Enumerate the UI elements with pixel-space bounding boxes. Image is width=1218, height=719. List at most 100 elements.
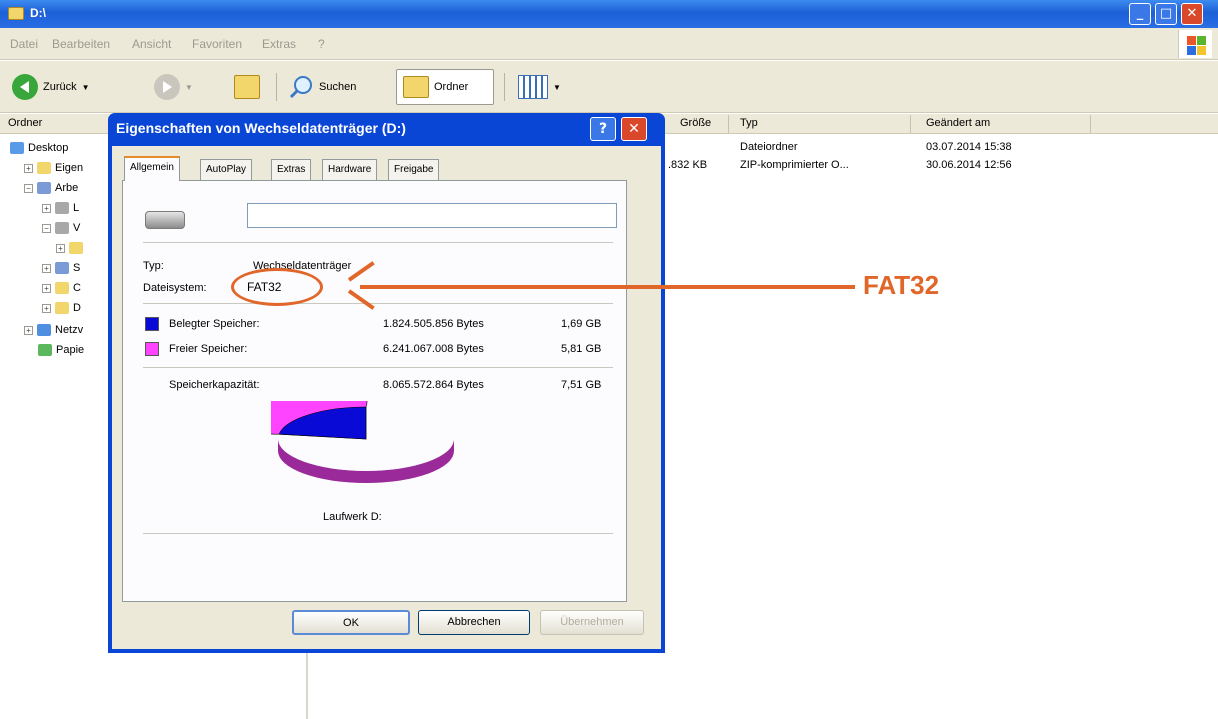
tab-freigabe[interactable]: Freigabe (388, 159, 440, 180)
space-pie-chart (271, 401, 454, 483)
free-space-bytes: 6.241.067.008 Bytes (383, 343, 484, 355)
annotation-label: FAT32 (863, 270, 940, 300)
divider (143, 303, 613, 304)
volume-name-input[interactable] (247, 203, 617, 228)
recycle-bin-icon (38, 344, 52, 356)
type-label: Typ: (143, 260, 164, 272)
menu-datei[interactable]: Datei (10, 37, 38, 51)
dialog-close-button[interactable]: ✕ (621, 117, 647, 141)
desktop-icon (10, 142, 24, 154)
window-titlebar: D:\ _ □ ✕ (0, 0, 1218, 28)
column-divider[interactable] (910, 115, 911, 133)
maximize-button[interactable]: □ (1155, 3, 1177, 25)
expand-icon[interactable]: + (24, 163, 33, 173)
tree-item[interactable]: + C (42, 282, 81, 294)
tab-autoplay[interactable]: AutoPlay (200, 159, 253, 180)
menu-help[interactable]: ? (318, 37, 325, 51)
collapse-icon[interactable]: − (42, 223, 51, 233)
file-modified[interactable]: 30.06.2014 12:56 (926, 159, 1012, 171)
tree-item-label: S (73, 262, 81, 274)
tree-item[interactable]: + L (42, 202, 79, 214)
tree-item[interactable]: Desktop (10, 142, 68, 154)
minimize-button[interactable]: _ (1129, 3, 1151, 25)
collapse-icon[interactable]: − (24, 183, 33, 193)
expand-icon[interactable]: + (42, 303, 51, 313)
column-modified[interactable]: Geändert am (926, 117, 990, 129)
tree-item-label: V (73, 222, 81, 234)
tree-item-label: Netzv (55, 324, 84, 336)
search-icon (289, 76, 312, 99)
up-folder-button[interactable] (228, 69, 266, 105)
cancel-button[interactable]: Abbrechen (418, 610, 530, 635)
folder-icon (69, 242, 83, 254)
chevron-down-icon: ▼ (185, 82, 193, 92)
windows-logo-icon (1178, 30, 1212, 58)
folders-button[interactable]: Ordner (396, 69, 494, 105)
menu-extras[interactable]: Extras (262, 37, 296, 51)
capacity-bytes: 8.065.572.864 Bytes (383, 379, 484, 391)
help-button[interactable]: ? (590, 117, 616, 141)
tree-item-label: Papie (56, 344, 85, 356)
expand-icon[interactable]: + (42, 263, 51, 273)
tree-item-label: D (73, 302, 81, 314)
tree-item-label: Eigen (55, 162, 84, 174)
expand-icon[interactable]: + (56, 243, 65, 253)
close-window-button[interactable]: ✕ (1181, 3, 1203, 25)
chevron-down-icon: ▼ (553, 82, 561, 92)
expand-icon[interactable]: + (42, 203, 51, 213)
tab-hardware[interactable]: Hardware (322, 159, 378, 180)
tree-item-label: Arbe (55, 182, 79, 194)
tree-item[interactable]: + Netzv (24, 324, 83, 336)
menu-ansicht[interactable]: Ansicht (132, 37, 171, 51)
tree-item[interactable]: + (56, 242, 87, 254)
menu-bearbeiten[interactable]: Bearbeiten (52, 37, 110, 51)
ok-button[interactable]: OK (292, 610, 410, 635)
expand-icon[interactable]: + (24, 325, 33, 335)
tree-item[interactable]: + D (42, 302, 81, 314)
divider (143, 242, 613, 243)
dialog-body: Allgemein AutoPlay Extras Hardware Freig… (112, 146, 661, 649)
tree-item-label: C (73, 282, 81, 294)
column-divider[interactable] (1090, 115, 1091, 133)
tab-allgemein[interactable]: Allgemein (124, 156, 180, 181)
view-button[interactable]: ▼ (512, 69, 567, 105)
view-grid-icon (518, 75, 548, 99)
column-size[interactable]: Größe (680, 117, 711, 129)
network-icon (37, 324, 51, 336)
apply-button[interactable]: Übernehmen (540, 610, 644, 635)
tree-item[interactable]: + Eigen (24, 162, 83, 174)
tree-item[interactable]: Papie (38, 344, 84, 356)
back-label: Zurück (43, 81, 77, 93)
capacity-label: Speicherkapazität: (169, 379, 260, 391)
pie-free-side (278, 439, 454, 483)
used-space-swatch (145, 317, 159, 331)
drive-label: Laufwerk D: (323, 511, 382, 523)
forward-button[interactable]: ▼ (148, 69, 199, 105)
menu-favoriten[interactable]: Favoriten (192, 37, 242, 51)
tree-item[interactable]: − V (42, 222, 80, 234)
file-type[interactable]: Dateiordner (740, 141, 797, 153)
annotation-ellipse (231, 268, 323, 306)
used-space-gb: 1,69 GB (561, 318, 602, 330)
window-title: D:\ (30, 6, 46, 20)
folders-label: Ordner (434, 81, 469, 93)
folders-pane-label: Ordner (8, 117, 43, 129)
expand-icon[interactable]: + (42, 283, 51, 293)
free-space-label: Freier Speicher: (169, 343, 248, 355)
column-type[interactable]: Typ (740, 117, 758, 129)
free-space-swatch (145, 342, 159, 356)
tree-item[interactable]: − Arbe (24, 182, 78, 194)
file-modified[interactable]: 03.07.2014 15:38 (926, 141, 1012, 153)
column-divider[interactable] (728, 115, 729, 133)
annotation-arrow-shaft (360, 285, 855, 289)
folder-icon (55, 282, 69, 294)
tab-extras[interactable]: Extras (271, 159, 312, 180)
divider (143, 367, 613, 368)
file-size[interactable]: .832 KB (668, 159, 707, 171)
file-type[interactable]: ZIP-komprimierter O... (740, 159, 849, 171)
tree-item[interactable]: + S (42, 262, 80, 274)
back-button[interactable]: Zurück ▼ (6, 69, 96, 105)
properties-dialog: Eigenschaften von Wechseldatenträger (D:… (108, 113, 665, 653)
used-space-label: Belegter Speicher: (169, 318, 260, 330)
search-button[interactable]: Suchen (282, 69, 362, 105)
